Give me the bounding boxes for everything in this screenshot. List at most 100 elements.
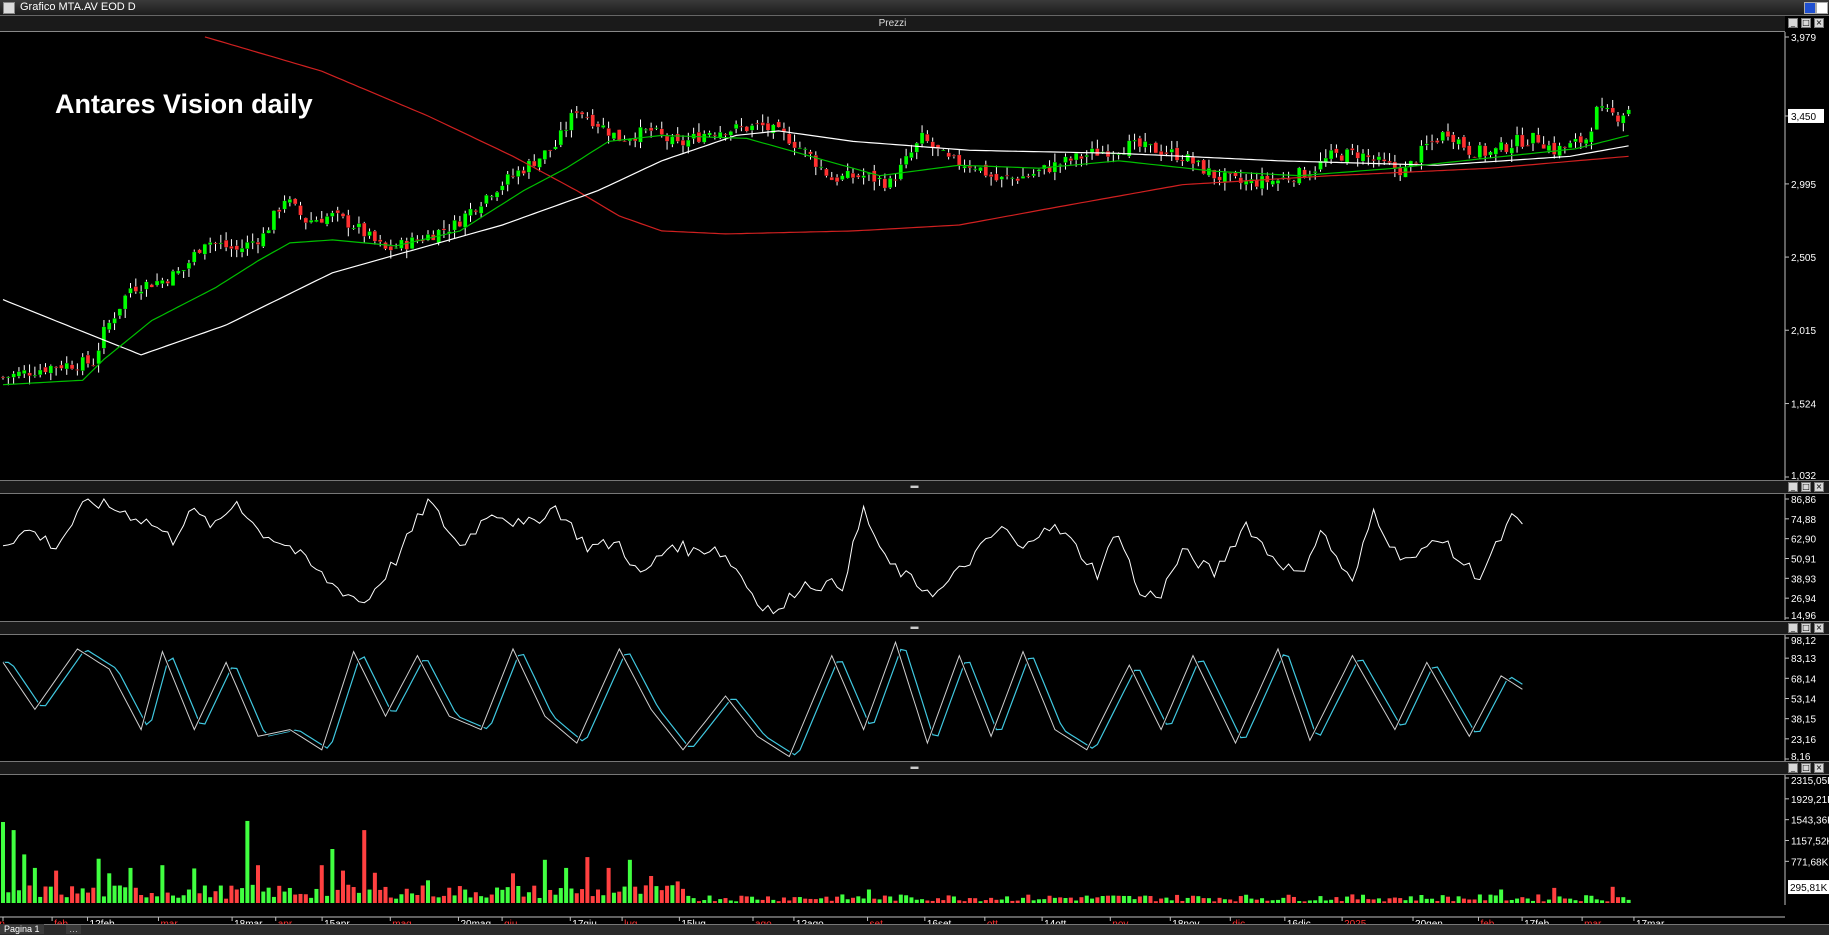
volume-bar [1265, 900, 1270, 903]
volume-bar [760, 899, 765, 903]
volume-bar [1546, 899, 1551, 903]
candle [1217, 176, 1222, 181]
candle [1026, 175, 1031, 178]
candle [1243, 180, 1249, 185]
volume-bar [1355, 899, 1360, 903]
candle [579, 112, 585, 115]
volume-bar [1589, 895, 1594, 903]
volume-bar [989, 897, 994, 903]
volume-bar [1493, 895, 1498, 903]
y-tick-label: 62,90 [1791, 535, 1816, 546]
y-tick-label: 98,12 [1791, 636, 1816, 647]
volume-bar [872, 898, 877, 903]
candle [494, 191, 500, 198]
volume-bar [1541, 901, 1546, 903]
candle [951, 155, 957, 157]
volume-bar [192, 868, 197, 903]
volume-bar [1616, 897, 1620, 903]
candle [388, 246, 393, 251]
sheet-tab[interactable]: Pagina 1 [0, 924, 44, 934]
minimize-icon[interactable] [1804, 2, 1816, 14]
volume-bar [298, 893, 303, 903]
volume-bar [80, 888, 85, 903]
volume-bar [569, 888, 574, 903]
volume-bar [957, 900, 962, 903]
volume-bar [1456, 896, 1461, 903]
volume-bar [1329, 899, 1334, 903]
volume-bar [479, 896, 484, 903]
candle [1137, 137, 1143, 147]
candle [1068, 158, 1073, 161]
volume-bar [16, 890, 21, 903]
candle [654, 127, 659, 129]
candle [463, 213, 468, 228]
candle [468, 208, 473, 216]
candle [925, 133, 930, 142]
volume-bar [723, 898, 728, 903]
candle [611, 132, 617, 139]
volume-bar [1472, 899, 1477, 903]
volume-bar [1515, 898, 1520, 903]
volume-bar [452, 895, 457, 903]
candle [1206, 168, 1212, 176]
candle [192, 251, 197, 263]
candle [1366, 155, 1371, 158]
candle [877, 177, 882, 180]
candle [314, 219, 319, 222]
candle [1058, 164, 1063, 166]
candle [261, 233, 266, 247]
candle [1621, 115, 1626, 124]
volume-bar [457, 886, 462, 903]
volume-bar [856, 896, 861, 903]
volume-bar [107, 873, 112, 903]
volume-bar [415, 895, 420, 903]
minimize-icon[interactable]: _ [1788, 18, 1798, 28]
volume-bar [1021, 897, 1025, 903]
volume-bar [654, 886, 659, 903]
volume-bar [218, 885, 223, 903]
candle [133, 286, 138, 292]
chart-canvas[interactable]: 3,9793,4502,9952,5052,0151,5241,0323,450… [0, 32, 1829, 924]
candle [218, 242, 223, 245]
close-icon[interactable]: × [1814, 18, 1824, 28]
candle [702, 133, 707, 143]
candle [723, 134, 728, 136]
candle [1610, 107, 1615, 113]
volume-bar [792, 897, 797, 903]
candle [537, 158, 542, 168]
candle [1594, 106, 1599, 130]
volume-bar [1164, 897, 1169, 903]
volume-bar [1430, 898, 1435, 903]
volume-bar [447, 887, 452, 903]
candle [478, 206, 484, 214]
volume-bar [1111, 895, 1116, 903]
volume-bar [186, 889, 191, 903]
volume-bar [197, 893, 202, 903]
candle [664, 135, 670, 142]
volume-bar [1095, 897, 1100, 903]
sheet-tab-extra[interactable]: … [66, 925, 81, 934]
volume-bar [1350, 894, 1355, 903]
volume-bar [1557, 896, 1562, 903]
close-icon[interactable] [1816, 2, 1828, 14]
candle [1148, 143, 1153, 146]
volume-bar [1520, 897, 1525, 903]
candle [1504, 143, 1509, 153]
volume-bar [293, 894, 298, 903]
volume-bar [165, 892, 170, 903]
candle [64, 362, 69, 370]
candle [1010, 177, 1015, 179]
candle [787, 133, 792, 144]
candle [117, 308, 123, 316]
candle [1578, 135, 1583, 143]
volume-bar [1169, 900, 1174, 903]
maximize-icon[interactable]: □ [1801, 18, 1811, 28]
volume-bar [819, 898, 824, 903]
volume-bar [1143, 895, 1148, 903]
volume-bar [330, 849, 335, 903]
volume-bar [1361, 894, 1365, 903]
candle [861, 175, 866, 178]
volume-bar [383, 886, 388, 903]
candle [85, 354, 91, 364]
volume-bar [399, 894, 404, 903]
